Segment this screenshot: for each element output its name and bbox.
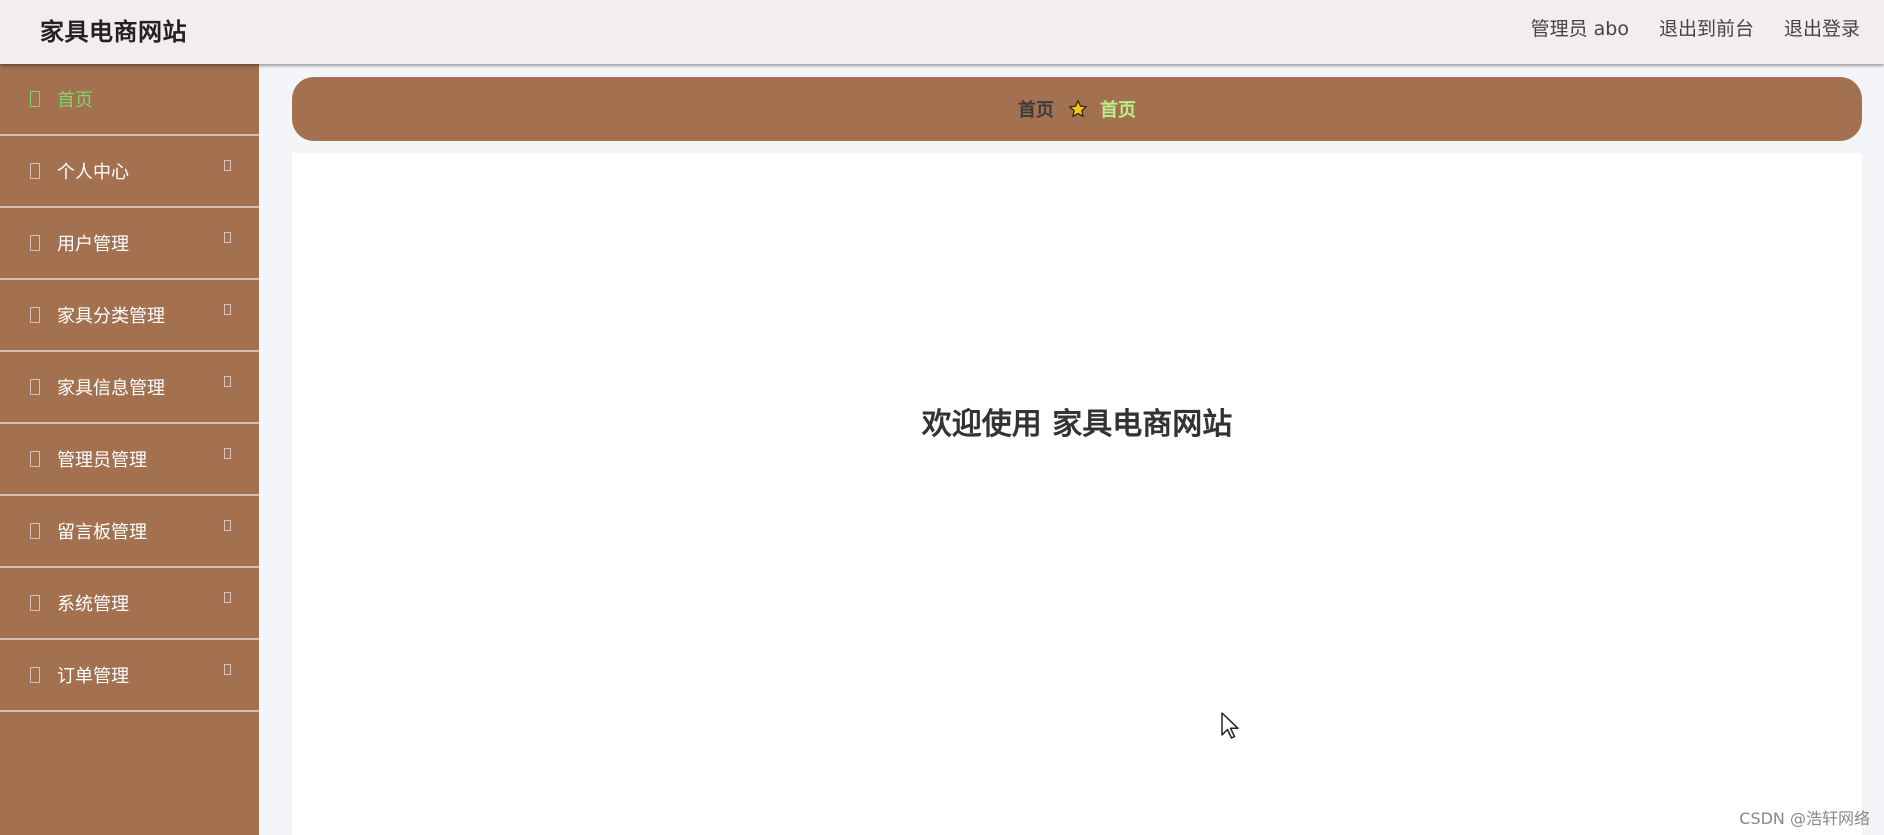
- expand-arrow-icon: [224, 663, 231, 675]
- sidebar-item-message-board[interactable]: 留言板管理: [0, 496, 259, 568]
- expand-arrow-icon: [224, 447, 231, 459]
- sidebar-item-system-management[interactable]: 系统管理: [0, 568, 259, 640]
- admin-user-label[interactable]: 管理员 abo: [1531, 14, 1629, 41]
- sidebar-item-furniture-category[interactable]: 家具分类管理: [0, 280, 259, 352]
- main-content: 欢迎使用 家具电商网站: [292, 153, 1862, 835]
- sidebar-item-label: 首页: [57, 90, 93, 111]
- header-links: 管理员 abo 退出到前台 退出登录: [1531, 14, 1860, 41]
- sidebar-item-label: 订单管理: [57, 666, 129, 687]
- sidebar-item-label: 管理员管理: [57, 450, 147, 471]
- expand-arrow-icon: [224, 375, 231, 387]
- menu-icon: [30, 595, 40, 611]
- sidebar-item-user-management[interactable]: 用户管理: [0, 208, 259, 280]
- sidebar-item-label: 家具信息管理: [57, 378, 165, 399]
- star-icon: [1069, 100, 1087, 118]
- sidebar-item-label: 家具分类管理: [57, 306, 165, 327]
- expand-arrow-icon: [224, 303, 231, 315]
- menu-icon: [30, 523, 40, 539]
- sidebar-item-home[interactable]: 首页: [0, 64, 259, 136]
- sidebar: 首页 个人中心 用户管理 家具分类管理 家具信息管理 管理员管理 留言板管理 系…: [0, 64, 259, 835]
- sidebar-item-label: 系统管理: [57, 594, 129, 615]
- sidebar-item-label: 个人中心: [57, 162, 129, 183]
- menu-icon: [30, 163, 40, 179]
- expand-arrow-icon: [224, 159, 231, 171]
- top-header: 家具电商网站 管理员 abo 退出到前台 退出登录: [0, 0, 1884, 64]
- menu-icon: [30, 667, 40, 683]
- logout-link[interactable]: 退出登录: [1784, 14, 1860, 41]
- breadcrumb-home[interactable]: 首页: [1018, 96, 1054, 122]
- menu-icon: [30, 91, 40, 107]
- expand-arrow-icon: [224, 591, 231, 603]
- site-title: 家具电商网站: [40, 18, 187, 46]
- sidebar-item-furniture-info[interactable]: 家具信息管理: [0, 352, 259, 424]
- breadcrumb: 首页 首页: [292, 77, 1862, 141]
- menu-icon: [30, 307, 40, 323]
- exit-to-frontend-link[interactable]: 退出到前台: [1659, 14, 1754, 41]
- mouse-cursor-icon: [1221, 712, 1239, 739]
- menu-icon: [30, 451, 40, 467]
- expand-arrow-icon: [224, 519, 231, 531]
- watermark: CSDN @浩轩网络: [1739, 809, 1870, 828]
- expand-arrow-icon: [224, 231, 231, 243]
- menu-icon: [30, 235, 40, 251]
- breadcrumb-current: 首页: [1100, 100, 1136, 121]
- sidebar-item-admin-management[interactable]: 管理员管理: [0, 424, 259, 496]
- sidebar-item-personal-center[interactable]: 个人中心: [0, 136, 259, 208]
- welcome-heading: 欢迎使用 家具电商网站: [921, 407, 1233, 442]
- sidebar-item-label: 留言板管理: [57, 522, 147, 543]
- sidebar-item-label: 用户管理: [57, 234, 129, 255]
- menu-icon: [30, 379, 40, 395]
- sidebar-item-order-management[interactable]: 订单管理: [0, 640, 259, 712]
